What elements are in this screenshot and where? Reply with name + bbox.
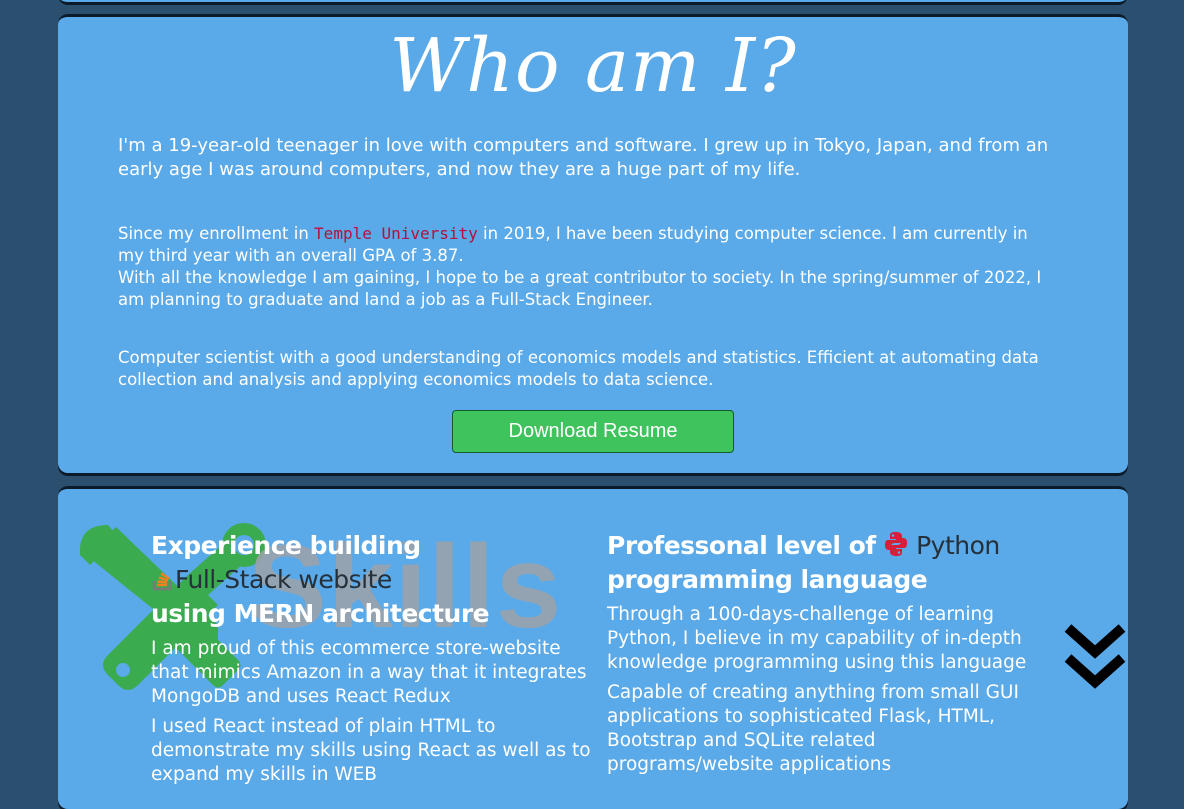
mern-heading: Experience building Full-Stack website u… xyxy=(151,529,591,631)
education-text-goal: With all the knowledge I am gaining, I h… xyxy=(118,268,1042,309)
university-name: Temple University xyxy=(314,224,478,243)
double-chevron-down-icon[interactable] xyxy=(1064,622,1126,694)
stackoverflow-icon xyxy=(152,572,172,591)
skill-mern: Experience building Full-Stack website u… xyxy=(151,529,591,787)
python-text-1: Through a 100-days-challenge of learning… xyxy=(607,604,1027,673)
mern-heading-line3: using MERN architecture xyxy=(151,599,490,628)
python-word: Python xyxy=(916,531,1000,560)
fullstack-line: Full-Stack website xyxy=(151,565,392,594)
education-text-before: Since my enrollment in xyxy=(118,224,315,243)
about-title: Who am I? xyxy=(389,23,797,109)
about-paragraph-skills: Computer scientist with a good understan… xyxy=(118,348,1039,389)
python-heading: Professonal level of Python programming … xyxy=(607,529,1047,597)
previous-card-bottom xyxy=(58,0,1128,5)
mern-text-2: I used React instead of plain HTML to de… xyxy=(151,716,591,785)
skill-python: Professonal level of Python programming … xyxy=(607,529,1047,777)
about-paragraph-intro: I'm a 19-year-old teenager in love with … xyxy=(118,135,1049,180)
mern-text-1: I am proud of this ecommerce store-websi… xyxy=(151,638,587,707)
about-paragraph-education: Since my enrollment in Temple University… xyxy=(118,223,1058,311)
skills-card: Skills Experience building Full-Stack we… xyxy=(58,486,1128,809)
about-card: Who am I? I'm a 19-year-old teenager in … xyxy=(58,14,1128,473)
python-heading-part1: Professonal level of xyxy=(607,531,876,560)
python-text-2: Capable of creating anything from small … xyxy=(607,682,1019,775)
python-logo-icon xyxy=(884,532,907,556)
mern-heading-line1: Experience building xyxy=(151,531,421,560)
python-heading-line2: programming language xyxy=(607,565,928,594)
download-resume-button[interactable]: Download Resume xyxy=(452,410,734,453)
mern-heading-line2: Full-Stack website xyxy=(175,565,392,594)
